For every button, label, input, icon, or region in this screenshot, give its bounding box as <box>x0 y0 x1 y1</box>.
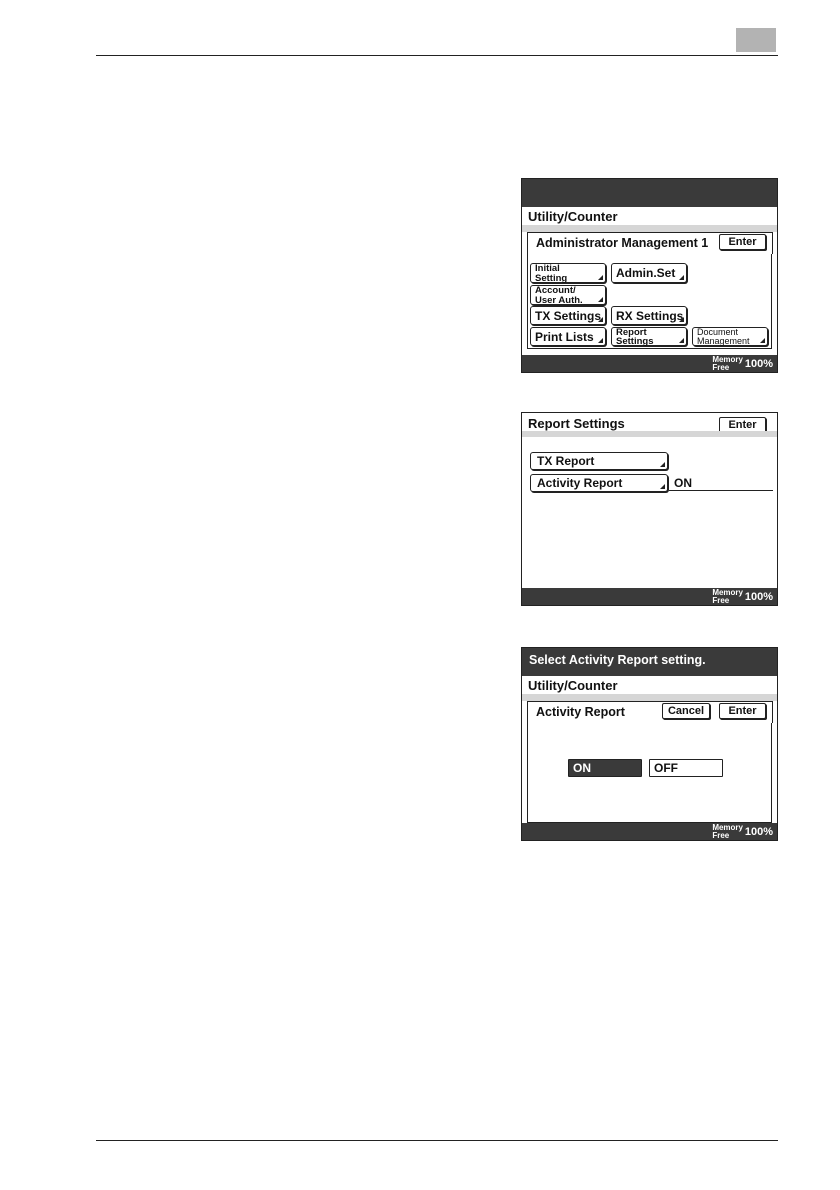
status-bar: Memory Free 100% <box>522 588 777 605</box>
expand-corner-icon <box>598 275 603 280</box>
document-management-button[interactable]: Document Management <box>692 327 768 346</box>
enter-button[interactable]: Enter <box>719 234 766 250</box>
status-bar: Memory Free 100% <box>522 823 777 840</box>
tx-settings-label: TX Settings <box>535 308 602 323</box>
tab-label: Activity Report <box>536 705 625 719</box>
expand-corner-icon <box>660 484 665 489</box>
screen-activity-report: Select Activity Report setting. Utility/… <box>521 647 778 841</box>
admin-set-label: Admin.Set <box>616 266 676 280</box>
document-management-label-2: Management <box>697 336 750 346</box>
message-bar <box>522 179 777 207</box>
memory-free-label: Memory Free <box>712 824 743 839</box>
free-label: Free <box>712 595 730 605</box>
on-option-button[interactable]: ON <box>568 759 642 777</box>
title-divider <box>522 694 777 701</box>
activity-report-value: ON <box>669 476 773 491</box>
account-label-2: User Auth. <box>535 294 583 306</box>
memory-value: 100% <box>744 826 773 838</box>
rx-settings-label: RX Settings <box>616 308 684 323</box>
expand-corner-icon <box>598 338 603 343</box>
title-divider <box>522 431 777 437</box>
message-text: Select Activity Report setting. <box>529 653 706 667</box>
admin-set-button[interactable]: Admin.Set <box>611 263 687 283</box>
activity-report-button[interactable]: Activity Report <box>530 474 668 492</box>
header-rule <box>96 55 778 56</box>
initial-setting-button[interactable]: Initial Setting <box>530 263 606 283</box>
account-user-auth-button[interactable]: Account/ User Auth. <box>530 285 606 305</box>
on-option-label: ON <box>573 761 591 775</box>
expand-corner-icon <box>598 297 603 302</box>
expand-corner-icon <box>598 317 603 322</box>
initial-setting-label-2: Setting <box>535 272 568 284</box>
memory-value: 100% <box>744 591 773 603</box>
expand-corner-icon <box>660 462 665 467</box>
memory-free-label: Memory Free <box>712 589 743 604</box>
report-settings-button[interactable]: Report Settings <box>611 327 687 346</box>
expand-corner-icon <box>760 338 765 343</box>
page-tab-marker <box>736 28 776 52</box>
print-lists-label: Print Lists <box>535 329 594 344</box>
status-bar: Memory Free 100% <box>522 355 777 372</box>
screen-administrator-management: Utility/Counter Administrator Management… <box>521 178 778 373</box>
activity-report-label: Activity Report <box>537 476 623 490</box>
screen-title: Utility/Counter <box>528 209 618 224</box>
expand-corner-icon <box>679 275 684 280</box>
title-divider <box>522 225 777 232</box>
tx-settings-button[interactable]: TX Settings <box>530 306 606 325</box>
free-label: Free <box>712 830 730 840</box>
message-bar: Select Activity Report setting. <box>522 648 777 676</box>
enter-button[interactable]: Enter <box>719 703 766 719</box>
footer-rule <box>96 1140 778 1141</box>
memory-free-label: Memory Free <box>712 356 743 371</box>
report-settings-label-2: Settings <box>616 336 654 347</box>
tx-report-label: TX Report <box>537 454 595 468</box>
rx-settings-button[interactable]: RX Settings <box>611 306 687 325</box>
screen-title: Utility/Counter <box>528 678 618 693</box>
screen-report-settings: Report Settings Enter TX Report Activity… <box>521 412 778 606</box>
tx-report-button[interactable]: TX Report <box>530 452 668 470</box>
cancel-button[interactable]: Cancel <box>662 703 710 719</box>
expand-corner-icon <box>679 338 684 343</box>
off-option-label: OFF <box>654 761 678 775</box>
free-label: Free <box>712 362 730 372</box>
print-lists-button[interactable]: Print Lists <box>530 327 606 346</box>
memory-value: 100% <box>744 358 773 370</box>
off-option-button[interactable]: OFF <box>649 759 723 777</box>
expand-corner-icon <box>679 317 684 322</box>
tab-label: Administrator Management 1 <box>536 236 709 250</box>
